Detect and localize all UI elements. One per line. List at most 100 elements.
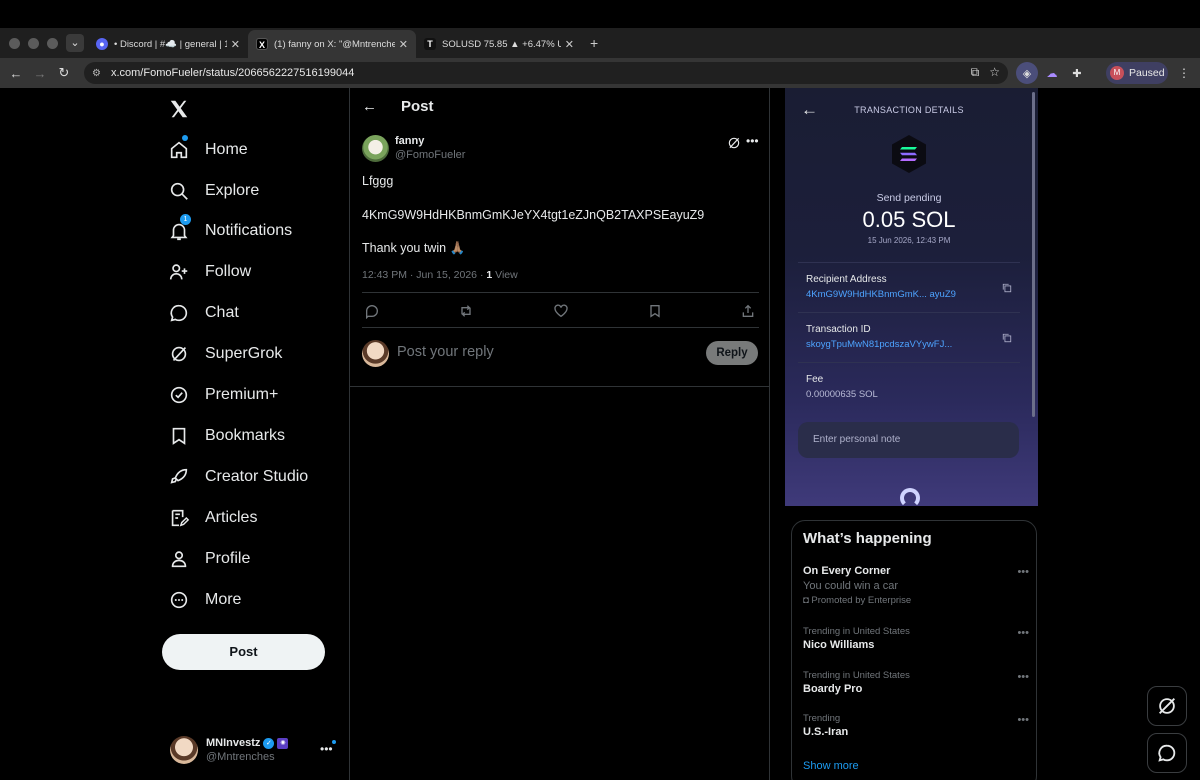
transaction-amount: 0.05 SOL [862,207,956,232]
scrollbar[interactable] [1032,92,1035,417]
tradingview-icon: T [424,38,436,50]
trend-item-promoted[interactable]: On Every Corner You could win a car ◘ Pr… [803,564,1029,608]
author-name[interactable]: fanny [395,134,465,148]
solana-logo-icon [892,135,926,173]
tab-discord[interactable]: ● • Discord | #☁️ | general | 1of1 ✕ [88,30,248,58]
avatar[interactable] [362,134,389,162]
minimize-window-button[interactable] [28,37,39,49]
post-time[interactable]: 12:43 PM [362,269,407,281]
nav-chat[interactable]: Chat [168,296,239,330]
more-dots-icon[interactable]: ••• [320,742,333,756]
x-logo-icon[interactable] [168,98,190,120]
transaction-status: Send pending [876,192,942,204]
post-author[interactable]: fanny @FomoFueler [362,134,465,162]
close-tab-icon[interactable]: ✕ [399,38,408,51]
nav-profile[interactable]: Profile [168,542,250,576]
account-handle: @Mntrenches [206,751,275,763]
url-bar[interactable]: ⚙ x.com/FomoFueler/status/20665622275161… [84,62,1008,84]
copy-icon[interactable] [1002,333,1012,343]
new-tab-button[interactable]: + [590,35,598,51]
row-label: Fee [806,374,824,385]
reply-icon[interactable] [364,303,380,319]
trend-title: Nico Williams [803,639,875,651]
nav-bookmarks[interactable]: Bookmarks [168,419,285,453]
more-dots-icon[interactable]: ••• [1017,627,1029,639]
more-dots-icon[interactable]: ••• [1017,671,1029,683]
close-tab-icon[interactable]: ✕ [231,38,240,51]
search-icon [170,182,188,200]
nav-label: Notifications [205,222,293,239]
post-text-line: Thank you twin 🙏🏽 [362,241,466,255]
wallet-extension-icon[interactable]: ◈ [1016,62,1038,84]
tab-search-button[interactable]: ⌄ [66,34,84,52]
zoom-window-button[interactable] [47,37,58,49]
nav-home[interactable]: Home [168,133,248,167]
loading-icon [900,488,920,506]
trend-title: U.S.-Iran [803,726,849,738]
compose-post-button[interactable]: Post [162,634,325,670]
back-arrow-icon[interactable]: ← [362,98,377,115]
share-icon[interactable] [740,303,756,319]
trend-subtitle: You could win a car [803,580,898,592]
copy-icon[interactable] [1002,283,1012,293]
grok-icon[interactable] [727,136,741,150]
tab-title: (1) fanny on X: "@Mntrenches [274,38,395,50]
personal-note-input[interactable]: Enter personal note [798,422,1019,458]
back-icon[interactable]: ← [4,66,28,81]
close-window-button[interactable] [9,37,20,49]
reload-icon[interactable]: ↻ [52,65,76,81]
repost-icon[interactable] [458,303,474,319]
author-handle[interactable]: @FomoFueler [395,148,465,162]
show-more-link[interactable]: Show more [803,760,859,772]
bookmark-star-icon[interactable]: ☆ [989,65,1000,80]
trend-item[interactable]: Trending in United States Nico Williams … [803,625,1029,653]
recipient-address-link[interactable]: 4KmG9W9HdHKBnmGmK... ayuZ9 [806,289,956,300]
account-name: MNInvestz [206,737,261,749]
profile-button[interactable]: M Paused [1106,62,1168,84]
install-app-icon[interactable]: ⧉ [971,65,980,80]
nav-follow[interactable]: Follow [168,255,251,289]
more-dots-icon[interactable]: ••• [1017,714,1029,726]
x-icon: X [256,38,268,50]
grok-floating-button[interactable] [1147,686,1187,726]
trend-item[interactable]: Trending U.S.-Iran ••• [803,712,1029,740]
person-icon [171,551,187,568]
new-dot [182,135,188,141]
post-meta: 12:43 PM · Jun 15, 2026 · 1 View [362,269,518,281]
recipient-address-row: Recipient Address 4KmG9W9HdHKBnmGmK... a… [798,262,1020,312]
nav-label: Articles [205,509,258,526]
account-switcher[interactable]: MNInvestz ✓ ◉ @Mntrenches ••• [170,734,338,766]
nav-explore[interactable]: Explore [168,174,259,208]
nav-more[interactable]: More [168,583,241,617]
extensions-puzzle-icon[interactable]: ✚ [1066,62,1088,84]
nav-label: More [205,591,242,608]
reply-composer: Post your reply Reply [362,338,759,368]
nav-notifications[interactable]: 1 Notifications [168,214,292,248]
transaction-id-row: Transaction ID skoygTpuMwN81pcdszaVYywFJ… [798,312,1020,362]
promo-label: Promoted by Enterprise [811,595,912,606]
nav-premium[interactable]: Premium+ [168,378,278,412]
more-dots-icon[interactable]: ••• [746,134,759,148]
affiliate-badge-icon: ◉ [277,737,289,749]
bookmark-icon[interactable] [647,303,663,319]
nav-articles[interactable]: Articles [168,501,257,535]
forward-icon[interactable]: → [28,66,52,81]
site-info-icon[interactable]: ⚙ [92,68,101,79]
nav-supergrok[interactable]: SuperGrok [168,337,282,371]
os-top-bar [0,0,1200,28]
more-dots-icon[interactable]: ••• [1017,566,1029,578]
reply-input[interactable]: Post your reply [397,344,494,360]
trend-item[interactable]: Trending in United States Boardy Pro ••• [803,669,1029,697]
post-date[interactable]: Jun 15, 2026 [416,269,477,281]
chat-floating-button[interactable] [1147,733,1187,773]
like-icon[interactable] [553,303,569,319]
tab-x-post[interactable]: X (1) fanny on X: "@Mntrenches ✕ [248,30,416,58]
close-tab-icon[interactable]: ✕ [565,38,574,51]
phantom-extension-icon[interactable]: ☁ [1041,62,1063,84]
nav-creator-studio[interactable]: Creator Studio [168,460,308,494]
transaction-id-link[interactable]: skoygTpuMwN81pcdszaVYywFJ... [806,339,952,350]
reply-button[interactable]: Reply [706,341,758,365]
nav-label: Bookmarks [205,427,286,444]
tab-tradingview[interactable]: T SOLUSD 75.85 ▲ +6.47% Unn ✕ [416,30,582,58]
browser-menu-icon[interactable]: ⋮ [1178,66,1190,80]
